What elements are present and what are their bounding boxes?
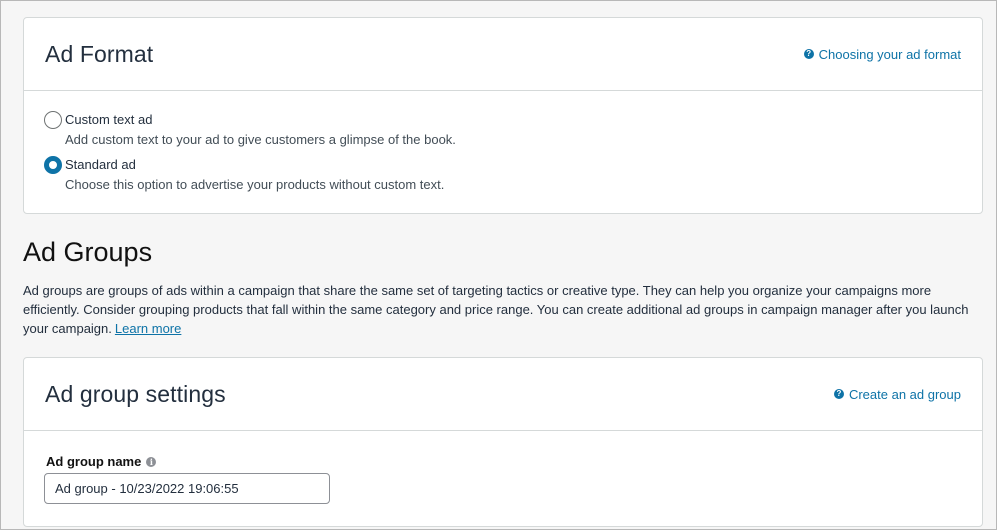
create-ad-group-link[interactable]: ? Create an ad group — [833, 386, 961, 402]
ad-group-name-input[interactable] — [44, 473, 330, 504]
ad-format-radio-group: Custom text ad Add custom text to your a… — [24, 91, 982, 193]
ad-group-name-label-text: Ad group name — [46, 454, 142, 469]
radio-option-custom-text-ad[interactable]: Custom text ad Add custom text to your a… — [44, 111, 982, 148]
learn-more-link[interactable]: Learn more — [115, 321, 181, 336]
custom-text-ad-radio[interactable] — [44, 111, 62, 129]
ad-groups-title: Ad Groups — [23, 237, 153, 267]
choosing-ad-format-link[interactable]: ? Choosing your ad format — [803, 46, 961, 62]
custom-text-ad-description: Add custom text to your ad to give custo… — [65, 132, 456, 147]
standard-ad-radio[interactable] — [44, 156, 62, 174]
question-circle-icon: ? — [803, 49, 814, 59]
info-circle-icon[interactable]: i — [146, 456, 157, 467]
ad-group-settings-title: Ad group settings — [45, 380, 226, 407]
ad-groups-description: Ad groups are groups of ads within a cam… — [23, 281, 978, 338]
ad-group-name-label: Ad group name i — [46, 454, 982, 469]
ad-format-header: Ad Format ? Choosing your ad format — [24, 18, 982, 91]
radio-option-standard-ad[interactable]: Standard ad Choose this option to advert… — [44, 156, 982, 193]
question-circle-icon: ? — [833, 389, 844, 399]
ad-format-card: Ad Format ? Choosing your ad format Cust… — [23, 17, 983, 214]
ad-group-name-field: Ad group name i — [24, 431, 982, 504]
ad-format-title: Ad Format — [45, 40, 154, 67]
standard-ad-label: Standard ad — [65, 157, 136, 172]
ad-group-settings-card: Ad group settings ? Create an ad group A… — [23, 357, 983, 527]
standard-ad-description: Choose this option to advertise your pro… — [65, 177, 445, 192]
custom-text-ad-label: Custom text ad — [65, 112, 153, 127]
page-frame: Ad Format ? Choosing your ad format Cust… — [0, 0, 997, 530]
create-ad-group-link-label: Create an ad group — [848, 386, 961, 402]
ad-group-settings-header: Ad group settings ? Create an ad group — [24, 358, 982, 431]
choosing-ad-format-link-label: Choosing your ad format — [818, 46, 961, 62]
